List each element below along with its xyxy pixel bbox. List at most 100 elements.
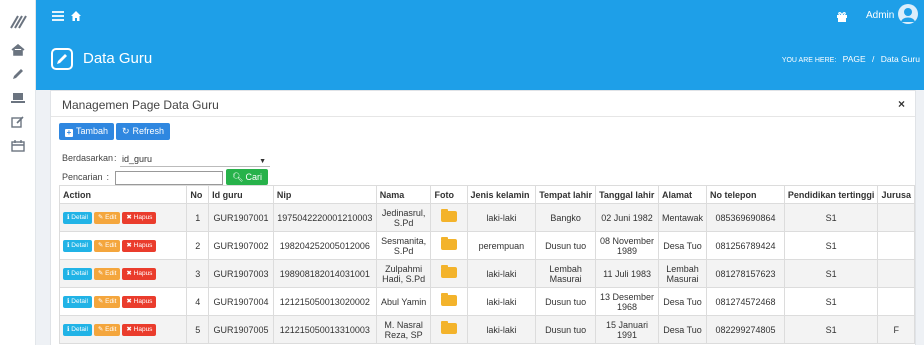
cell-tanggal-lahir: 02 Juni 1982: [595, 203, 660, 232]
detail-button[interactable]: ℹ Detail: [63, 212, 92, 224]
menu-icon[interactable]: [52, 11, 64, 21]
cell-no: 5: [186, 315, 210, 344]
avatar-icon: [901, 8, 915, 22]
cell-jenis-kelamin: perempuan: [466, 231, 537, 260]
hapus-button[interactable]: ✖ Hapus: [122, 296, 157, 308]
detail-button[interactable]: ℹ Detail: [63, 240, 92, 252]
folder-icon[interactable]: [440, 237, 457, 250]
pencil-icon: [51, 48, 73, 70]
col-header-tempat-lahir: Tempat lahir: [535, 185, 597, 204]
detail-button[interactable]: ℹ Detail: [63, 324, 92, 336]
action-cell: ℹ Detail ✎ Edit ✖ Hapus: [58, 203, 188, 232]
detail-button[interactable]: ℹ Detail: [63, 296, 92, 308]
hapus-button[interactable]: ✖ Hapus: [122, 212, 157, 224]
refresh-button[interactable]: ↻ Refresh: [116, 123, 171, 140]
breadcrumb-current: Data Guru: [880, 54, 920, 64]
action-cell: ℹ Detail ✎ Edit ✖ Hapus: [58, 287, 188, 316]
cell-foto: [430, 231, 468, 260]
cell-id-guru: GUR1907005: [208, 315, 274, 344]
cell-pendidikan: S1: [783, 231, 879, 260]
cell-nip: 121215050013020002: [272, 287, 377, 316]
search-colon: :: [106, 172, 110, 182]
cell-no-telepon: 081256789424: [706, 231, 785, 260]
edit-button[interactable]: ✎ Edit: [93, 268, 121, 280]
sidebar: [0, 0, 36, 345]
col-header-no: No: [186, 185, 210, 204]
sidebar-home-icon[interactable]: [11, 44, 25, 56]
avatar[interactable]: [898, 4, 918, 24]
breadcrumb-separator: /: [872, 54, 875, 64]
cell-no: 1: [186, 203, 210, 232]
detail-label: Detail: [71, 214, 88, 221]
folder-icon[interactable]: [440, 265, 457, 278]
folder-icon[interactable]: [440, 293, 457, 306]
breadcrumb: YOU ARE HERE: PAGE / Data Guru: [782, 54, 920, 64]
cell-tempat-lahir: Dusun tuo: [535, 231, 597, 260]
gift-icon[interactable]: [836, 11, 848, 23]
cell-nama: Abul Yamin: [375, 287, 432, 316]
cell-no: 3: [186, 259, 210, 288]
folder-icon[interactable]: [440, 321, 457, 334]
cell-no-telepon: 082299274805: [706, 315, 785, 344]
hapus-button[interactable]: ✖ Hapus: [122, 268, 157, 280]
cell-tanggal-lahir: 11 Juli 1983: [595, 259, 660, 288]
action-cell: ℹ Detail ✎ Edit ✖ Hapus: [58, 231, 188, 260]
cell-id-guru: GUR1907004: [208, 287, 274, 316]
col-header-pendidikan: Pendidikan tertinggi: [783, 185, 879, 204]
filter-label-text: Berdasarkan: [62, 153, 114, 163]
sidebar-edit-icon[interactable]: [11, 116, 25, 128]
hapus-button[interactable]: ✖ Hapus: [122, 324, 157, 336]
edit-button[interactable]: ✎ Edit: [93, 296, 121, 308]
sidebar-laptop-icon[interactable]: [11, 92, 25, 104]
tambah-button[interactable]: + Tambah: [59, 123, 115, 140]
filter-select-value: id_guru: [122, 154, 153, 164]
hapus-label: Hapus: [133, 298, 153, 305]
table-row: ℹ Detail ✎ Edit ✖ Hapus 2 GUR1907002 19820…: [58, 231, 915, 260]
detail-button[interactable]: ℹ Detail: [63, 268, 92, 280]
col-header-tanggal-lahir: Tanggal lahir: [595, 185, 660, 204]
cell-foto: [430, 315, 468, 344]
cell-alamat: Desa Tuo: [658, 231, 708, 260]
cell-no-telepon: 081274572468: [706, 287, 785, 316]
detail-label: Detail: [71, 298, 88, 305]
hapus-label: Hapus: [133, 242, 153, 249]
cell-tempat-lahir: Dusun tuo: [535, 315, 597, 344]
trash-icon: ✖: [126, 298, 134, 305]
home-icon[interactable]: [70, 10, 82, 22]
cell-tempat-lahir: Bangko: [535, 203, 597, 232]
cell-id-guru: GUR1907002: [208, 231, 274, 260]
admin-username[interactable]: Admin: [866, 10, 894, 21]
cell-nip: 1975042220001210003: [272, 203, 377, 232]
breadcrumb-label: YOU ARE HERE:: [781, 57, 837, 64]
close-icon[interactable]: ×: [898, 97, 905, 111]
page-heading: Data Guru YOU ARE HERE: PAGE / Data Guru: [36, 34, 924, 90]
filter-select[interactable]: id_guru ▼: [120, 152, 270, 167]
cell-jenis-kelamin: laki-laki: [466, 287, 537, 316]
cell-no-telepon: 085369690864: [706, 203, 785, 232]
cell-pendidikan: S1: [783, 203, 879, 232]
edit-button[interactable]: ✎ Edit: [93, 240, 121, 252]
search-label-text: Pencarian: [62, 172, 103, 182]
folder-icon[interactable]: [440, 209, 457, 222]
breadcrumb-page[interactable]: PAGE: [843, 54, 866, 64]
hapus-label: Hapus: [133, 326, 153, 333]
cell-alamat: Mentawak: [658, 203, 708, 232]
guru-table: Action No Id guru Nip Nama Foto Jenis ke…: [58, 185, 915, 344]
tambah-label: Tambah: [76, 126, 109, 136]
cell-jurusan: [877, 259, 915, 288]
edit-button[interactable]: ✎ Edit: [93, 212, 121, 224]
search-input[interactable]: [115, 171, 223, 185]
cari-button[interactable]: 🔍︎ Cari: [226, 169, 268, 185]
edit-button[interactable]: ✎ Edit: [93, 324, 121, 336]
sidebar-pencil-icon[interactable]: [11, 68, 25, 80]
cell-jenis-kelamin: laki-laki: [466, 259, 537, 288]
sidebar-calendar-icon[interactable]: [11, 140, 25, 152]
cell-no-telepon: 081278157623: [706, 259, 785, 288]
cell-id-guru: GUR1907003: [208, 259, 274, 288]
trash-icon: ✖: [126, 214, 134, 221]
cell-nama: M. Nasral Reza, SP: [375, 315, 432, 344]
col-header-nip: Nip: [272, 185, 377, 204]
hapus-button[interactable]: ✖ Hapus: [122, 240, 157, 252]
cari-label: Cari: [245, 172, 262, 182]
table-row: ℹ Detail ✎ Edit ✖ Hapus 5 GUR1907005 12121…: [58, 315, 915, 344]
